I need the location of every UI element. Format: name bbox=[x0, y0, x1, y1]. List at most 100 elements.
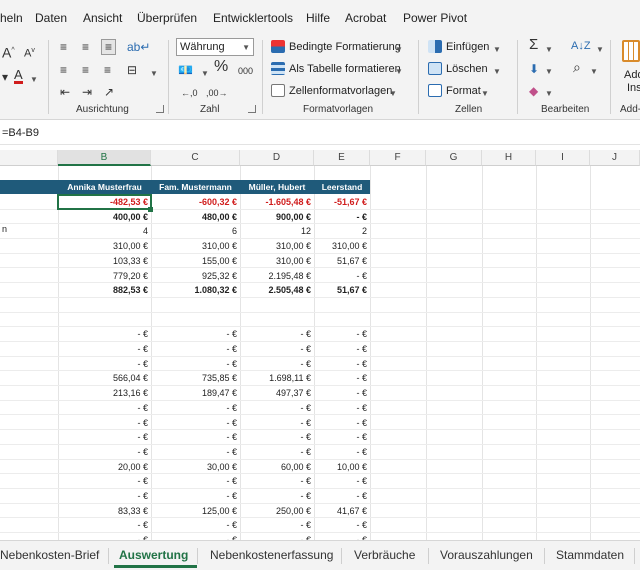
tab-vorauszahlungen[interactable]: Vorauszahlungen bbox=[440, 548, 533, 562]
table-cell[interactable]: - € bbox=[58, 430, 151, 444]
table-cell[interactable]: - € bbox=[314, 474, 370, 488]
table-cell[interactable]: - € bbox=[314, 430, 370, 444]
thousands-separator-icon[interactable]: 000 bbox=[238, 64, 253, 78]
table-cell[interactable]: 250,00 € bbox=[240, 504, 314, 518]
menu-seitenlayout-formeln[interactable]: heln bbox=[0, 11, 23, 25]
table-cell[interactable]: - € bbox=[240, 445, 314, 459]
table-cell[interactable]: 10,00 € bbox=[314, 460, 370, 474]
column-header-a-partial[interactable] bbox=[0, 150, 58, 166]
table-cell[interactable]: - € bbox=[314, 401, 370, 415]
table-cell[interactable]: - € bbox=[151, 474, 240, 488]
table-cell[interactable]: - € bbox=[240, 474, 314, 488]
table-cell[interactable] bbox=[240, 298, 314, 312]
clear-dropdown-icon[interactable]: ▼ bbox=[545, 87, 553, 101]
table-cell[interactable]: - € bbox=[58, 518, 151, 532]
table-cell[interactable] bbox=[151, 298, 240, 312]
autosum-dropdown-icon[interactable]: ▼ bbox=[545, 43, 553, 57]
chevron-down-icon[interactable]: ▼ bbox=[493, 43, 501, 57]
table-cell[interactable]: 2.505,48 € bbox=[240, 283, 314, 297]
find-search-icon[interactable]: ⌕ bbox=[573, 60, 581, 74]
addins-label-2[interactable]: Ins bbox=[627, 81, 640, 95]
table-cell[interactable] bbox=[314, 298, 370, 312]
font-color-icon[interactable]: A bbox=[14, 68, 23, 84]
table-cell[interactable]: - € bbox=[314, 371, 370, 385]
table-cell[interactable]: 925,32 € bbox=[151, 269, 240, 283]
table-cell[interactable] bbox=[314, 313, 370, 327]
percent-icon[interactable]: % bbox=[214, 59, 228, 75]
table-cell[interactable]: - € bbox=[58, 327, 151, 341]
selected-cell[interactable] bbox=[57, 194, 152, 210]
accounting-format-icon[interactable]: 💶 bbox=[178, 63, 193, 77]
table-cell[interactable]: 41,67 € bbox=[314, 504, 370, 518]
table-cell[interactable]: 310,00 € bbox=[58, 239, 151, 253]
table-cell[interactable]: 125,00 € bbox=[151, 504, 240, 518]
increase-indent-icon[interactable]: ⇥ bbox=[82, 85, 92, 99]
table-cell[interactable]: 310,00 € bbox=[240, 254, 314, 268]
orientation-icon[interactable]: ↗ bbox=[104, 85, 114, 99]
column-header-e[interactable]: E bbox=[314, 150, 370, 166]
align-top-icon[interactable]: ≡ bbox=[60, 40, 67, 54]
table-cell[interactable]: 310,00 € bbox=[151, 239, 240, 253]
border-icon[interactable]: ▾ bbox=[2, 70, 8, 84]
align-bottom-icon[interactable]: ≡ bbox=[101, 39, 117, 55]
align-middle-icon[interactable]: ≡ bbox=[82, 40, 89, 54]
increase-font-icon[interactable]: A^ bbox=[2, 44, 15, 60]
chevron-down-icon[interactable]: ▼ bbox=[395, 65, 403, 79]
accounting-dropdown-icon[interactable]: ▼ bbox=[201, 67, 209, 81]
table-cell[interactable]: 310,00 € bbox=[314, 239, 370, 253]
table-cell[interactable]: - € bbox=[314, 269, 370, 283]
fill-dropdown-icon[interactable]: ▼ bbox=[545, 65, 553, 79]
table-cell[interactable]: - € bbox=[240, 518, 314, 532]
table-cell[interactable]: - € bbox=[58, 489, 151, 503]
table-cell[interactable]: 4 bbox=[58, 224, 151, 238]
table-cell[interactable]: - € bbox=[151, 533, 240, 540]
table-cell[interactable]: -600,32 € bbox=[151, 195, 240, 209]
menu-ueberpruefen[interactable]: Überprüfen bbox=[137, 11, 197, 25]
table-cell[interactable]: 1.698,11 € bbox=[240, 371, 314, 385]
table-cell[interactable]: 189,47 € bbox=[151, 386, 240, 400]
table-cell[interactable] bbox=[58, 313, 151, 327]
align-center-icon[interactable]: ≡ bbox=[82, 63, 89, 77]
table-cell[interactable]: 51,67 € bbox=[314, 254, 370, 268]
tab-verbraeuche[interactable]: Verbräuche bbox=[354, 548, 415, 562]
align-right-icon[interactable]: ≡ bbox=[104, 63, 111, 77]
table-cell[interactable]: - € bbox=[240, 430, 314, 444]
table-cell[interactable]: - € bbox=[314, 327, 370, 341]
fill-icon[interactable]: ⬇ bbox=[529, 62, 539, 76]
table-cell[interactable]: - € bbox=[240, 489, 314, 503]
table-cell[interactable]: - € bbox=[314, 210, 370, 224]
decrease-font-icon[interactable]: Av bbox=[24, 44, 35, 61]
menu-entwicklertools[interactable]: Entwicklertools bbox=[213, 11, 293, 25]
menu-power-pivot[interactable]: Power Pivot bbox=[403, 11, 467, 25]
table-cell[interactable]: - € bbox=[151, 342, 240, 356]
column-header-b[interactable]: B bbox=[58, 150, 151, 166]
table-cell[interactable] bbox=[151, 313, 240, 327]
table-cell[interactable]: 30,00 € bbox=[151, 460, 240, 474]
sort-filter-icon[interactable]: A↓Z bbox=[571, 39, 591, 53]
table-cell[interactable]: 900,00 € bbox=[240, 210, 314, 224]
table-cell[interactable] bbox=[58, 298, 151, 312]
table-cell[interactable]: - € bbox=[314, 533, 370, 540]
fill-handle[interactable] bbox=[148, 207, 153, 212]
column-header-h[interactable]: H bbox=[482, 150, 536, 166]
table-cell[interactable]: 12 bbox=[240, 224, 314, 238]
column-header-i[interactable]: I bbox=[536, 150, 590, 166]
format-as-table-button[interactable]: Als Tabelle formatieren bbox=[289, 62, 401, 76]
table-cell[interactable]: - € bbox=[314, 357, 370, 371]
table-cell[interactable]: - € bbox=[151, 489, 240, 503]
table-cell[interactable]: - € bbox=[151, 518, 240, 532]
cell-styles-button[interactable]: Zellenformatvorlagen bbox=[289, 84, 392, 98]
menu-daten[interactable]: Daten bbox=[35, 11, 67, 25]
table-cell[interactable]: - € bbox=[151, 401, 240, 415]
table-cell[interactable]: 83,33 € bbox=[58, 504, 151, 518]
column-header-j[interactable]: J bbox=[590, 150, 640, 166]
table-cell[interactable]: - € bbox=[314, 445, 370, 459]
addins-icon[interactable] bbox=[622, 40, 640, 62]
table-cell[interactable]: - € bbox=[58, 401, 151, 415]
find-dropdown-icon[interactable]: ▼ bbox=[590, 65, 598, 79]
table-cell[interactable]: -1.605,48 € bbox=[240, 195, 314, 209]
table-cell[interactable]: 735,85 € bbox=[151, 371, 240, 385]
table-cell[interactable]: - € bbox=[240, 416, 314, 430]
table-cell[interactable]: - € bbox=[58, 533, 151, 540]
merge-cells-icon[interactable]: ⊟ bbox=[127, 63, 137, 77]
